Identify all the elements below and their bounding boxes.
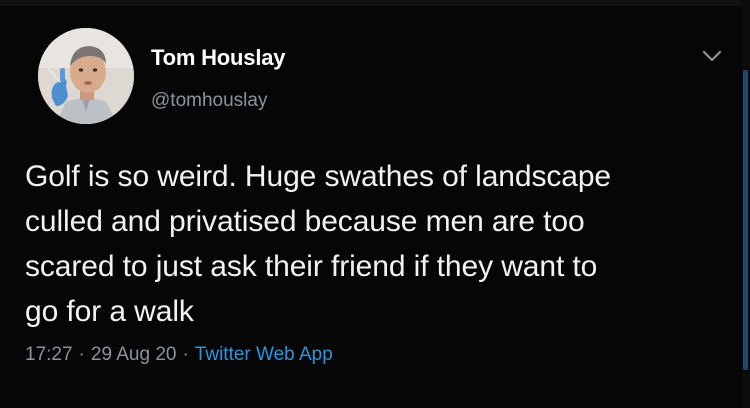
tweet-text-line: go for a walk	[25, 295, 194, 328]
author-handle[interactable]: @tomhouslay	[151, 90, 267, 112]
author-name[interactable]: Tom Houslay	[151, 45, 286, 71]
tweet-text-line: scared to just ask their friend if they …	[25, 250, 598, 283]
top-divider	[0, 0, 750, 6]
tweet-text: Golf is so weird. Huge swathes of landsc…	[25, 154, 725, 334]
profile-photo-icon	[38, 28, 134, 124]
chevron-down-icon	[702, 50, 722, 62]
tweet-date[interactable]: 29 Aug 20	[91, 344, 177, 365]
avatar[interactable]	[38, 28, 134, 124]
tweet-metadata: 17:27 · 29 Aug 20 · Twitter Web App	[25, 344, 333, 366]
separator-dot: ·	[182, 344, 189, 365]
scrollbar-thumb[interactable]	[743, 70, 748, 370]
separator-dot: ·	[78, 344, 85, 365]
tweet-card: Tom Houslay @tomhouslay Golf is so weird…	[0, 0, 750, 408]
tweet-time[interactable]: 17:27	[25, 344, 73, 365]
tweet-text-line: Golf is so weird. Huge swathes of landsc…	[25, 160, 612, 193]
tweet-source-link[interactable]: Twitter Web App	[195, 344, 333, 365]
tweet-text-line: culled and privatised because men are to…	[25, 205, 585, 238]
tweet-menu-button[interactable]	[700, 48, 724, 64]
